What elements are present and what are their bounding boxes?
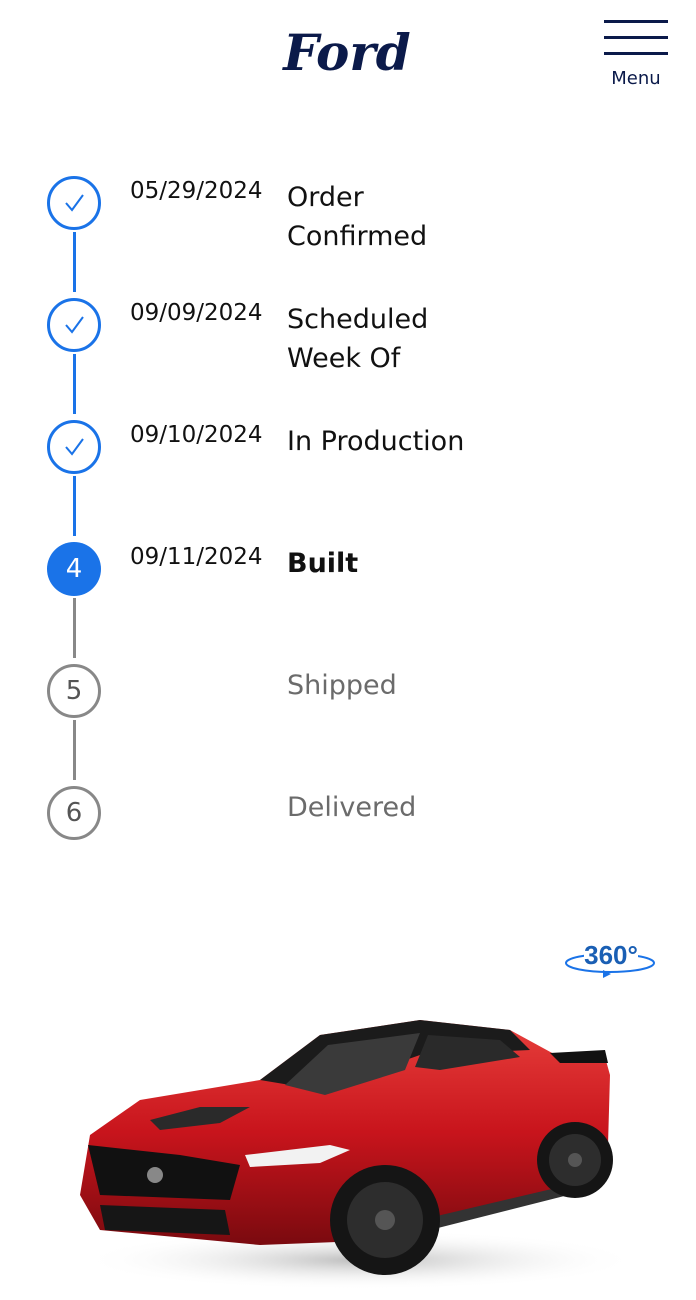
app-header: Ford Menu bbox=[0, 0, 696, 110]
timeline-step-order-confirmed: 05/29/2024 Order Confirmed bbox=[0, 150, 696, 272]
step-pending-indicator: 5 bbox=[47, 664, 101, 718]
step-date: 09/09/2024 bbox=[130, 300, 263, 326]
brand-wordmark: Ford bbox=[281, 24, 410, 82]
step-title: Order Confirmed bbox=[287, 182, 428, 252]
ford-logo[interactable]: Ford bbox=[272, 24, 422, 82]
menu-button[interactable]: Menu bbox=[600, 18, 672, 90]
mustang-car-illustration bbox=[80, 1020, 640, 1290]
vehicle-image bbox=[60, 995, 640, 1295]
step-date: 05/29/2024 bbox=[130, 178, 263, 204]
checkmark-icon bbox=[65, 438, 84, 456]
step-complete-indicator bbox=[47, 176, 101, 230]
step-title: Built bbox=[287, 548, 359, 579]
step-pending-indicator: 6 bbox=[47, 786, 101, 840]
step-date: 09/11/2024 bbox=[130, 544, 263, 570]
step-complete-indicator bbox=[47, 298, 101, 352]
step-title: Shipped bbox=[287, 670, 397, 701]
step-title: In Production bbox=[287, 426, 465, 457]
step-title: Delivered bbox=[287, 792, 417, 823]
timeline-step-delivered: 6 Delivered bbox=[0, 760, 696, 882]
timeline-step-shipped: 5 Shipped bbox=[0, 638, 696, 760]
checkmark-icon bbox=[65, 316, 84, 334]
view-360-label: 360° bbox=[584, 940, 638, 970]
step-complete-indicator bbox=[47, 420, 101, 474]
checkmark-icon bbox=[65, 194, 84, 212]
rotate-360-icon: 360° bbox=[565, 940, 655, 978]
step-title: Scheduled Week Of bbox=[287, 304, 429, 374]
menu-label: Menu bbox=[611, 68, 661, 89]
view-360-button[interactable]: 360° bbox=[560, 930, 664, 984]
hamburger-icon bbox=[604, 20, 668, 55]
timeline-step-in-production: 09/10/2024 In Production bbox=[0, 394, 696, 516]
timeline-step-scheduled: 09/09/2024 Scheduled Week Of bbox=[0, 272, 696, 394]
order-status-timeline: 05/29/2024 Order Confirmed 09/09/2024 Sc… bbox=[0, 150, 696, 870]
timeline-step-built: 4 09/11/2024 Built bbox=[0, 516, 696, 638]
step-date: 09/10/2024 bbox=[130, 422, 263, 448]
step-current-indicator: 4 bbox=[47, 542, 101, 596]
